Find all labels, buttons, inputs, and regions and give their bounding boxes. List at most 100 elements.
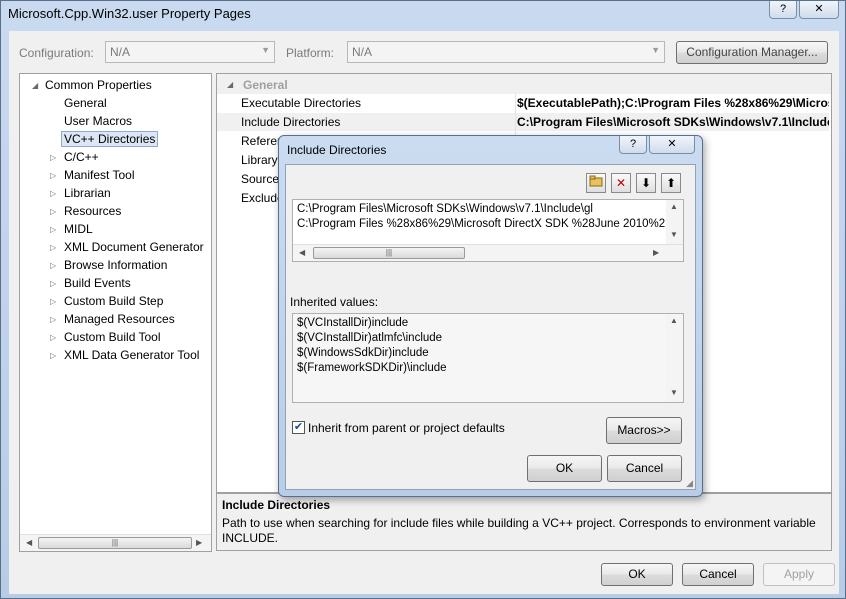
directory-list-vertical-scrollbar[interactable]: ▲ ▼ — [666, 200, 683, 244]
grid-row-name: Include Directories — [241, 115, 341, 129]
configuration-manager-button[interactable]: Configuration Manager... — [676, 41, 828, 64]
inherited-value: $(WindowsSdkDir)include — [297, 347, 429, 359]
expand-triangle-icon[interactable]: ▷ — [50, 279, 56, 288]
scroll-left-icon[interactable]: ◀ — [26, 538, 32, 547]
grid-row[interactable]: Executable Directories $(ExecutablePath);… — [217, 94, 829, 112]
title-bar: Microsoft.Cpp.Win32.user Property Pages … — [1, 1, 846, 27]
expand-triangle-icon[interactable]: ▷ — [50, 297, 56, 306]
inherited-list-vertical-scrollbar[interactable]: ▲ ▼ — [666, 314, 683, 402]
tree-item[interactable]: Browse Information — [64, 258, 167, 272]
help-button[interactable]: ? — [769, 1, 797, 19]
tree-item[interactable]: XML Document Generator — [64, 240, 204, 254]
description-panel: Include Directories Path to use when sea… — [216, 493, 832, 551]
platform-combo[interactable]: N/A ▼ — [347, 41, 665, 63]
inherited-values-label: Inherited values: — [290, 295, 379, 309]
tree-item[interactable]: General — [64, 96, 107, 110]
expand-triangle-icon[interactable]: ▷ — [50, 225, 56, 234]
close-icon: ✕ — [814, 3, 824, 15]
tree-item[interactable]: Resources — [64, 204, 121, 218]
grid-section-header[interactable]: ◢ General — [217, 74, 831, 94]
expand-triangle-icon[interactable]: ▷ — [50, 351, 56, 360]
tree-item[interactable]: C/C++ — [64, 150, 99, 164]
tree-item[interactable]: Custom Build Step — [64, 294, 163, 308]
scroll-up-icon[interactable]: ▲ — [670, 202, 678, 211]
inherit-checkbox-label[interactable]: Inherit from parent or project defaults — [308, 421, 505, 435]
platform-value: N/A — [352, 45, 373, 59]
inherit-checkbox[interactable]: ✔ — [292, 421, 305, 434]
chevron-down-icon: ▼ — [651, 45, 660, 55]
directory-list-horizontal-scrollbar[interactable]: ◀ ||| ▶ — [293, 244, 683, 261]
expand-triangle-icon[interactable]: ▷ — [50, 261, 56, 270]
inherited-value: $(FrameworkSDKDir)\include — [297, 362, 447, 374]
platform-label: Platform: — [286, 46, 335, 60]
expand-triangle-icon[interactable]: ▷ — [50, 189, 56, 198]
inherited-values-list: $(VCInstallDir)include $(VCInstallDir)atl… — [292, 313, 684, 403]
configuration-value: N/A — [110, 45, 131, 59]
close-button[interactable]: ✕ — [799, 1, 839, 19]
inherited-value: $(VCInstallDir)atlmfc\include — [297, 332, 443, 344]
apply-button[interactable]: Apply — [763, 563, 835, 586]
dialog-ok-button[interactable]: OK — [527, 455, 602, 482]
grid-row-value: $(ExecutablePath);C:\Program Files %28x8… — [517, 96, 829, 110]
help-icon: ? — [779, 3, 787, 15]
configuration-label: Configuration: — [19, 46, 94, 60]
macros-button[interactable]: Macros>> — [606, 417, 682, 444]
include-directories-dialog: Include Directories ? ✕ ✕ ⬇ ⬆ C:\Program… — [278, 135, 703, 497]
tree-item[interactable]: Librarian — [64, 186, 111, 200]
tree-item[interactable]: Build Events — [64, 276, 131, 290]
close-icon: ✕ — [667, 138, 677, 150]
grid-section-title: General — [243, 78, 288, 92]
scrollbar-thumb[interactable]: ||| — [38, 537, 192, 549]
scrollbar-thumb[interactable]: ||| — [313, 247, 465, 259]
tree-item[interactable]: Custom Build Tool — [64, 330, 161, 344]
grid-row-name: Library — [241, 153, 278, 167]
help-icon: ? — [629, 138, 637, 150]
expand-triangle-icon[interactable]: ▷ — [50, 315, 56, 324]
scroll-left-icon[interactable]: ◀ — [299, 248, 305, 257]
expanded-triangle-icon[interactable]: ◢ — [227, 80, 233, 89]
expand-triangle-icon[interactable]: ▷ — [50, 171, 56, 180]
expand-triangle-icon[interactable]: ▷ — [50, 153, 56, 162]
resize-grip-icon[interactable]: ◢ — [686, 478, 693, 489]
tree-item[interactable]: MIDL — [64, 222, 93, 236]
tree-item[interactable]: XML Data Generator Tool — [64, 348, 199, 362]
expand-triangle-icon[interactable]: ▷ — [50, 207, 56, 216]
category-tree: ◢ Common Properties General User Macros VC… — [19, 73, 212, 552]
tree-item[interactable]: VC++ Directories — [61, 131, 159, 147]
tree-item[interactable]: User Macros — [64, 114, 132, 128]
cancel-button[interactable]: Cancel — [682, 563, 754, 586]
move-up-icon[interactable]: ⬆ — [661, 173, 681, 193]
dialog-close-button[interactable]: ✕ — [649, 136, 695, 154]
scroll-right-icon[interactable]: ▶ — [196, 538, 202, 547]
scroll-right-icon[interactable]: ▶ — [653, 248, 659, 257]
delete-icon[interactable]: ✕ — [611, 173, 631, 193]
dialog-cancel-button[interactable]: Cancel — [607, 455, 682, 482]
expand-triangle-icon[interactable]: ▷ — [50, 243, 56, 252]
new-folder-icon[interactable] — [586, 173, 606, 193]
tree-horizontal-scrollbar[interactable]: ◀ ||| ▶ — [20, 534, 211, 551]
inherited-value: $(VCInstallDir)include — [297, 317, 409, 329]
scroll-down-icon[interactable]: ▼ — [670, 388, 678, 397]
chevron-down-icon: ▼ — [261, 45, 270, 55]
description-title: Include Directories — [222, 498, 331, 512]
grid-row-value: C:\Program Files\Microsoft SDKs\Windows\… — [517, 115, 829, 129]
configuration-combo[interactable]: N/A ▼ — [105, 41, 275, 63]
tree-item[interactable]: Manifest Tool — [64, 168, 134, 182]
expanded-triangle-icon[interactable]: ◢ — [32, 81, 38, 90]
window-title: Microsoft.Cpp.Win32.user Property Pages — [8, 6, 251, 21]
directory-entry[interactable]: C:\Program Files %28x86%29\Microsoft Dir… — [297, 218, 665, 230]
directory-list[interactable]: C:\Program Files\Microsoft SDKs\Windows\… — [292, 199, 684, 262]
grid-row-name: Executable Directories — [241, 96, 362, 110]
grid-row-name: Source — [241, 172, 280, 186]
directory-entry[interactable]: C:\Program Files\Microsoft SDKs\Windows\… — [297, 203, 665, 215]
scroll-up-icon[interactable]: ▲ — [670, 316, 678, 325]
tree-item[interactable]: Managed Resources — [64, 312, 175, 326]
expand-triangle-icon[interactable]: ▷ — [50, 333, 56, 342]
tree-item-common-properties[interactable]: Common Properties — [45, 78, 152, 92]
ok-button[interactable]: OK — [601, 563, 673, 586]
move-down-icon[interactable]: ⬇ — [636, 173, 656, 193]
dialog-help-button[interactable]: ? — [619, 136, 647, 154]
grid-row[interactable]: Include Directories C:\Program Files\Micr… — [217, 113, 829, 131]
dialog-title: Include Directories — [287, 143, 387, 157]
scroll-down-icon[interactable]: ▼ — [670, 230, 678, 239]
